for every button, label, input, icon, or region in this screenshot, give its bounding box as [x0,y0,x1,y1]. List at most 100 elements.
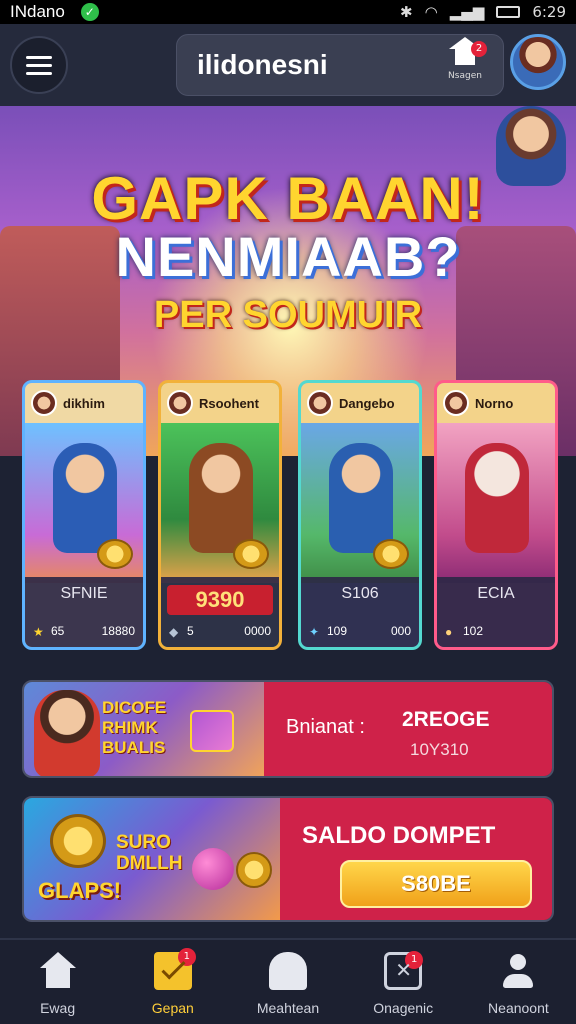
bluetooth-icon: ✱ [400,3,413,21]
game-name: Dangebo [339,395,395,411]
clock: 6:29 [532,3,566,21]
stat-value: 65 [51,624,65,639]
menu-icon-bar [26,71,52,75]
stat-value: 5 [187,624,194,639]
bottom-nav: Ewag 1 Gepan Meahtean 1 Onagenic Neanoon… [0,938,576,1024]
wallet-art: SURO DMLLH GLAPS! [24,798,280,920]
game-stats: ★ 65 18880 [33,624,135,639]
promo-banner[interactable]: DICOFE RHIMK BUALIS Bnianat : 2REOGE 10Y… [22,680,554,778]
stat-item: ◆ 5 [169,624,194,639]
signal-icon: ▂▄▆ [449,3,485,21]
stat-value: 0000 [244,624,271,639]
game-art [25,423,143,583]
nav-item-meahtean[interactable]: Meahtean [230,940,345,1024]
promo-value: 2REOGE [402,708,490,731]
stat-value: 109 [327,624,348,639]
character-illustration [465,443,529,553]
brand-bar: ilidonesni 2 Nsagen [176,34,504,96]
home-badge: 2 [471,41,487,57]
avatar[interactable] [510,34,566,90]
promo-subvalue: 10Y310 [410,740,469,759]
app-logo: ilidonesni [197,49,328,80]
game-card[interactable]: Dangebo S106 ✦ 109 000 [298,380,422,650]
nav-badge: 1 [405,951,424,969]
game-name: Norno [475,395,514,411]
status-bar: INdano ✓ ✱ ◠ ▂▄▆ 6:29 [0,0,576,24]
card-footer: 9390 ◆ 5 0000 [161,577,279,647]
game-title: ECIA [477,585,515,602]
coin-icon [97,539,133,569]
game-stats: ✦ 109 000 [309,624,411,639]
nav-badge: 1 [177,948,196,966]
carrier-name: INdano [10,2,65,21]
stat-value: 000 [390,624,411,639]
menu-icon-bar [26,63,52,67]
promo-label: Bnianat : [286,716,365,738]
stat-value: 18880 [101,624,135,639]
gem-icon: ✦ [309,625,320,639]
promo-art: DICOFE RHIMK BUALIS [24,682,264,776]
character-illustration [34,690,100,776]
coin-icon [373,539,409,569]
character-illustration [53,443,117,553]
coin-icon [233,539,269,569]
nav-item-gepan[interactable]: 1 Gepan [115,940,230,1024]
coin-icon [50,814,106,868]
hero-subtitle: NENMIAAB? [115,225,461,288]
game-art [161,423,279,583]
game-name: dikhim [63,395,105,411]
game-card[interactable]: Norno ECIA ● 102 [434,380,558,650]
wallet-banner: SURO DMLLH GLAPS! SALDO DOMPET S80BE [22,796,554,922]
wallet-title: SALDO DOMPET [302,822,496,849]
card-header: Dangebo [301,383,419,423]
status-icons: ✱ ◠ ▂▄▆ 6:29 [400,3,566,21]
hero-title: GAPK BAAN! [91,165,485,232]
game-price: 9390 [167,585,273,615]
nav-item-ewag[interactable]: Ewag [0,940,115,1024]
gem-icon: ◆ [169,625,179,639]
nav-label: Neanoont [488,1000,549,1016]
home-button[interactable]: 2 Nsagen [441,37,489,93]
mail-icon: 1 [153,948,196,990]
character-illustration [329,443,393,553]
card-footer: SFNIE ★ 65 18880 [25,577,143,647]
wifi-icon: ◠ [424,3,438,21]
character-icon [443,390,469,416]
character-illustration [189,443,253,553]
game-art [437,423,555,583]
card-header: dikhim [25,383,143,423]
gift-icon [190,710,234,752]
battery-icon [496,6,521,18]
stat-item: ● 102 [445,624,483,639]
nav-label: Onagenic [373,1000,434,1016]
home-icon [39,952,77,990]
nav-label: Meahtean [256,1000,320,1016]
game-stats: ● 102 [445,624,547,639]
character-icon [31,390,57,416]
wallet-art-text: SURO DMLLH [116,832,183,874]
wallet-button[interactable]: S80BE [340,860,532,908]
box-icon: 1 [384,951,424,990]
app-header: ilidonesni 2 Nsagen [0,24,576,106]
hero-tagline: PER SOUMUIR [153,294,423,336]
coin-icon [236,852,272,888]
game-card[interactable]: dikhim SFNIE ★ 65 18880 [22,380,146,650]
nav-item-onagenic[interactable]: 1 Onagenic [346,940,461,1024]
stat-item: ✦ 109 [309,624,347,639]
nav-label: Ewag [40,1000,76,1016]
shop-icon [269,952,307,990]
game-art [301,423,419,583]
nav-item-neanoont[interactable]: Neanoont [461,940,576,1024]
game-card[interactable]: Rsoohent 9390 ◆ 5 0000 [158,380,282,650]
card-header: Rsoohent [161,383,279,423]
menu-button[interactable] [10,36,68,94]
stat-value: 102 [463,624,484,639]
candy-icon [192,848,234,890]
character-icon [167,390,193,416]
home-label: Nsagen [448,71,482,81]
card-header: Norno [437,383,555,423]
gem-icon: ● [445,625,453,639]
card-footer: S106 ✦ 109 000 [301,577,419,647]
wallet-info: SALDO DOMPET S80BE [280,798,552,920]
game-title: SFNIE [60,585,108,602]
